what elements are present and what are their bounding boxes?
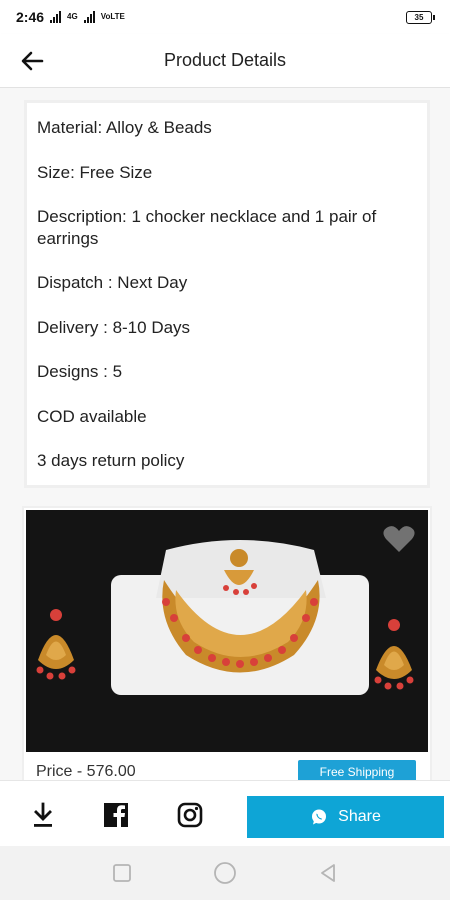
product-card[interactable]: Price - 576.00 Free Shipping — [22, 506, 432, 780]
system-nav-bar — [0, 846, 450, 900]
volte-label: VoLTE — [100, 12, 125, 21]
back-button[interactable] — [18, 47, 50, 75]
heart-icon — [383, 526, 415, 552]
signal-icon — [50, 11, 62, 23]
download-icon — [34, 802, 52, 827]
content[interactable]: Material: Alloy & Beads Size: Free Size … — [0, 88, 450, 780]
detail-description: Description: 1 chocker necklace and 1 pa… — [37, 207, 377, 248]
download-button[interactable] — [29, 801, 57, 829]
facebook-button[interactable] — [102, 801, 130, 829]
details-card: Material: Alloy & Beads Size: Free Size … — [24, 100, 430, 488]
app-bar: Product Details — [0, 34, 450, 88]
free-shipping-badge: Free Shipping — [298, 760, 416, 780]
signal-icon-2 — [83, 11, 95, 23]
whatsapp-icon — [312, 809, 327, 825]
product-image[interactable] — [26, 510, 428, 752]
necklace-photo — [36, 540, 414, 695]
clock: 2:46 — [16, 9, 45, 25]
share-button[interactable]: Share — [247, 796, 444, 838]
detail-dispatch: Dispatch : Next Day — [37, 273, 188, 292]
recents-button[interactable] — [110, 861, 134, 885]
detail-material: Material: Alloy & Beads — [37, 118, 212, 137]
battery-icon: 35 — [406, 11, 435, 24]
back-nav-button[interactable] — [316, 861, 340, 885]
instagram-button[interactable] — [176, 801, 204, 829]
detail-cod: COD available — [37, 406, 147, 426]
detail-delivery: Delivery : 8-10 Days — [37, 317, 191, 337]
action-bar: Share — [0, 780, 450, 846]
circle-icon — [214, 862, 236, 884]
page-title: Product Details — [163, 50, 287, 70]
facebook-icon — [104, 803, 128, 827]
status-bar: 2:46 4G VoLTE 35 — [0, 0, 450, 34]
detail-return-policy: 3 days return policy — [37, 451, 185, 470]
detail-size: Size: Free Size — [37, 162, 153, 182]
network-label: 4G — [67, 12, 78, 21]
home-button[interactable] — [213, 861, 237, 885]
instagram-icon — [177, 802, 203, 828]
square-icon — [112, 864, 131, 882]
battery-level: 35 — [414, 13, 424, 22]
share-label: Share — [338, 808, 381, 825]
status-left: 2:46 4G VoLTE — [16, 9, 125, 25]
triangle-back-icon — [321, 864, 336, 882]
arrow-left-icon — [21, 51, 44, 71]
favorite-button[interactable] — [382, 524, 416, 559]
product-price: Price - 576.00 — [36, 763, 136, 780]
detail-designs: Designs : 5 — [37, 362, 123, 381]
